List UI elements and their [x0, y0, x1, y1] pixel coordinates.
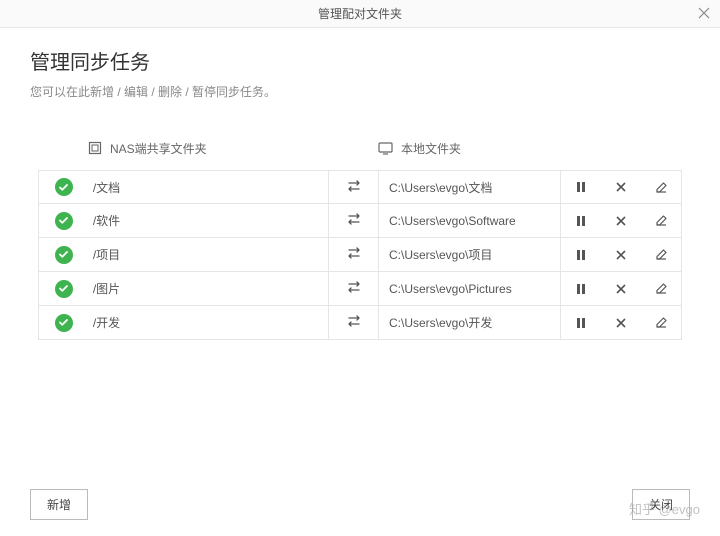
- nas-path: /文档: [93, 179, 120, 196]
- status-ok-icon: [55, 246, 73, 264]
- sync-table: NAS端共享文件夹 本地文件夹 /文档 C: [30, 132, 690, 340]
- local-path: C:\Users\evgo\文档: [389, 179, 492, 196]
- nas-path: /开发: [93, 314, 120, 331]
- sync-direction-icon: [346, 280, 362, 297]
- pause-icon[interactable]: [568, 181, 594, 193]
- status-ok-icon: [55, 212, 73, 230]
- table-row: /文档 C:\Users\evgo\文档: [38, 170, 682, 204]
- sync-direction-icon: [346, 314, 362, 331]
- content: 管理同步任务 您可以在此新增 / 编辑 / 删除 / 暂停同步任务。 NAS端共…: [0, 28, 720, 350]
- pause-icon[interactable]: [568, 283, 594, 295]
- table-row: /图片 C:\Users\evgo\Pictures: [38, 272, 682, 306]
- edit-icon[interactable]: [648, 316, 674, 329]
- nas-path: /项目: [93, 246, 120, 263]
- pause-icon[interactable]: [568, 317, 594, 329]
- add-button[interactable]: 新增: [30, 489, 88, 520]
- close-button[interactable]: 关闭: [632, 489, 690, 520]
- status-ok-icon: [55, 314, 73, 332]
- sync-direction-icon: [346, 246, 362, 263]
- pause-icon[interactable]: [568, 249, 594, 261]
- table-row: /软件 C:\Users\evgo\Software: [38, 204, 682, 238]
- delete-icon[interactable]: [608, 249, 634, 261]
- table-row: /开发 C:\Users\evgo\开发: [38, 306, 682, 340]
- nas-column-label: NAS端共享文件夹: [110, 140, 207, 157]
- nas-path: /软件: [93, 212, 120, 229]
- status-ok-icon: [55, 178, 73, 196]
- close-icon[interactable]: [698, 6, 710, 22]
- table-head: NAS端共享文件夹 本地文件夹: [38, 132, 682, 164]
- local-path: C:\Users\evgo\开发: [389, 314, 492, 331]
- edit-icon[interactable]: [648, 248, 674, 261]
- table-row: /项目 C:\Users\evgo\项目: [38, 238, 682, 272]
- local-path: C:\Users\evgo\Software: [389, 214, 516, 228]
- page-subtitle: 您可以在此新增 / 编辑 / 删除 / 暂停同步任务。: [30, 83, 690, 100]
- local-monitor-icon: [378, 142, 393, 155]
- edit-icon[interactable]: [648, 181, 674, 194]
- delete-icon[interactable]: [608, 215, 634, 227]
- titlebar-text: 管理配对文件夹: [318, 5, 402, 22]
- local-path: C:\Users\evgo\Pictures: [389, 282, 512, 296]
- delete-icon[interactable]: [608, 181, 634, 193]
- titlebar: 管理配对文件夹: [0, 0, 720, 28]
- nas-folder-icon: [88, 141, 102, 155]
- local-column-label: 本地文件夹: [401, 140, 461, 157]
- delete-icon[interactable]: [608, 283, 634, 295]
- sync-direction-icon: [346, 179, 362, 196]
- footer: 新增 关闭: [0, 489, 720, 520]
- local-path: C:\Users\evgo\项目: [389, 246, 492, 263]
- pause-icon[interactable]: [568, 215, 594, 227]
- delete-icon[interactable]: [608, 317, 634, 329]
- nas-path: /图片: [93, 280, 120, 297]
- page-title: 管理同步任务: [30, 46, 690, 75]
- edit-icon[interactable]: [648, 282, 674, 295]
- sync-direction-icon: [346, 212, 362, 229]
- status-ok-icon: [55, 280, 73, 298]
- edit-icon[interactable]: [648, 214, 674, 227]
